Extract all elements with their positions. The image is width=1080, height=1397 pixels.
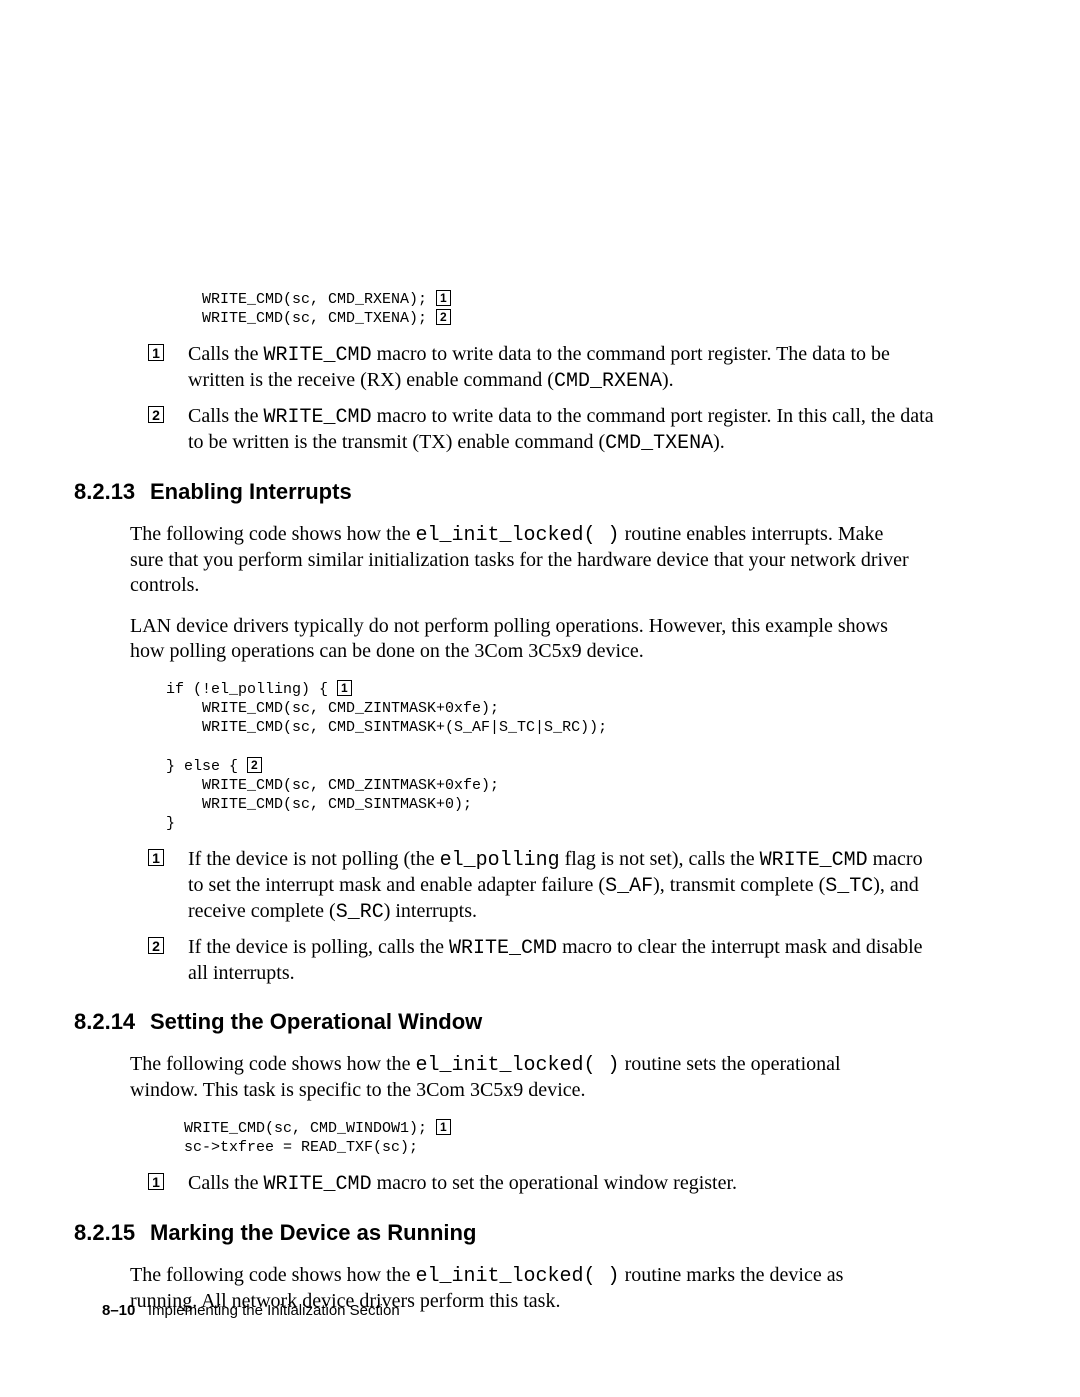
section-number: 8.2.13 <box>74 478 150 506</box>
paragraph: The following code shows how the el_init… <box>130 522 910 598</box>
page-number: 8–10 <box>102 1302 135 1319</box>
section-number: 8.2.15 <box>74 1219 150 1247</box>
annotation-list: 1 Calls the WRITE_CMD macro to write dat… <box>130 342 940 456</box>
annotation-list: 1 Calls the WRITE_CMD macro to set the o… <box>130 1171 940 1197</box>
annotation-text: Calls the WRITE_CMD macro to write data … <box>188 343 890 391</box>
paragraph: The following code shows how the el_init… <box>130 1052 910 1103</box>
code-line: } else { <box>166 758 247 775</box>
annotation-item: 2 If the device is polling, calls the WR… <box>130 935 940 986</box>
section-heading-8-2-15: 8.2.15Marking the Device as Running <box>74 1219 940 1247</box>
chapter-title: Implementing the Initialization Section <box>148 1302 400 1319</box>
callout-2-icon: 2 <box>247 757 262 773</box>
section-title: Enabling Interrupts <box>150 479 352 504</box>
annotation-item: 1 If the device is not polling (the el_p… <box>130 847 940 925</box>
code-line: WRITE_CMD(sc, CMD_TXENA); <box>166 310 436 327</box>
annotation-text: If the device is not polling (the el_pol… <box>188 848 923 922</box>
code-line: WRITE_CMD(sc, CMD_SINTMASK+(S_AF|S_TC|S_… <box>166 719 607 736</box>
code-block-polling: if (!el_polling) { 1 WRITE_CMD(sc, CMD_Z… <box>166 680 940 834</box>
code-line: WRITE_CMD(sc, CMD_WINDOW1); <box>166 1120 436 1137</box>
callout-2-icon: 2 <box>148 937 164 954</box>
code-line: if (!el_polling) { <box>166 681 337 698</box>
section-number: 8.2.14 <box>74 1008 150 1036</box>
callout-1-icon: 1 <box>148 1173 164 1190</box>
code-line: WRITE_CMD(sc, CMD_RXENA); <box>166 291 436 308</box>
code-block-rx-tx-enable: WRITE_CMD(sc, CMD_RXENA); 1 WRITE_CMD(sc… <box>166 290 940 328</box>
section-title: Setting the Operational Window <box>150 1009 482 1034</box>
annotation-item: 2 Calls the WRITE_CMD macro to write dat… <box>130 404 940 456</box>
content-area: WRITE_CMD(sc, CMD_RXENA); 1 WRITE_CMD(sc… <box>130 290 940 1330</box>
callout-2-icon: 2 <box>436 309 451 325</box>
callout-1-icon: 1 <box>436 290 451 306</box>
code-line: sc->txfree = READ_TXF(sc); <box>166 1139 418 1156</box>
annotation-text: If the device is polling, calls the WRIT… <box>188 936 923 984</box>
annotation-item: 1 Calls the WRITE_CMD macro to write dat… <box>130 342 940 394</box>
callout-2-icon: 2 <box>148 406 164 423</box>
section-heading-8-2-13: 8.2.13Enabling Interrupts <box>74 478 940 506</box>
code-block-window: WRITE_CMD(sc, CMD_WINDOW1); 1 sc->txfree… <box>166 1119 940 1157</box>
code-line: } <box>166 815 175 832</box>
code-line: WRITE_CMD(sc, CMD_SINTMASK+0); <box>166 796 472 813</box>
code-line: WRITE_CMD(sc, CMD_ZINTMASK+0xfe); <box>166 777 499 794</box>
annotation-text: Calls the WRITE_CMD macro to set the ope… <box>188 1172 737 1194</box>
annotation-item: 1 Calls the WRITE_CMD macro to set the o… <box>130 1171 940 1197</box>
section-heading-8-2-14: 8.2.14Setting the Operational Window <box>74 1008 940 1036</box>
annotation-list: 1 If the device is not polling (the el_p… <box>130 847 940 986</box>
section-title: Marking the Device as Running <box>150 1220 476 1245</box>
callout-1-icon: 1 <box>436 1119 451 1135</box>
paragraph: LAN device drivers typically do not perf… <box>130 614 910 664</box>
annotation-text: Calls the WRITE_CMD macro to write data … <box>188 405 934 453</box>
code-line: WRITE_CMD(sc, CMD_ZINTMASK+0xfe); <box>166 700 499 717</box>
callout-1-icon: 1 <box>337 680 352 696</box>
page-footer: 8–10 Implementing the Initialization Sec… <box>102 1302 400 1321</box>
callout-1-icon: 1 <box>148 849 164 866</box>
page: WRITE_CMD(sc, CMD_RXENA); 1 WRITE_CMD(sc… <box>0 0 1080 1397</box>
callout-1-icon: 1 <box>148 344 164 361</box>
